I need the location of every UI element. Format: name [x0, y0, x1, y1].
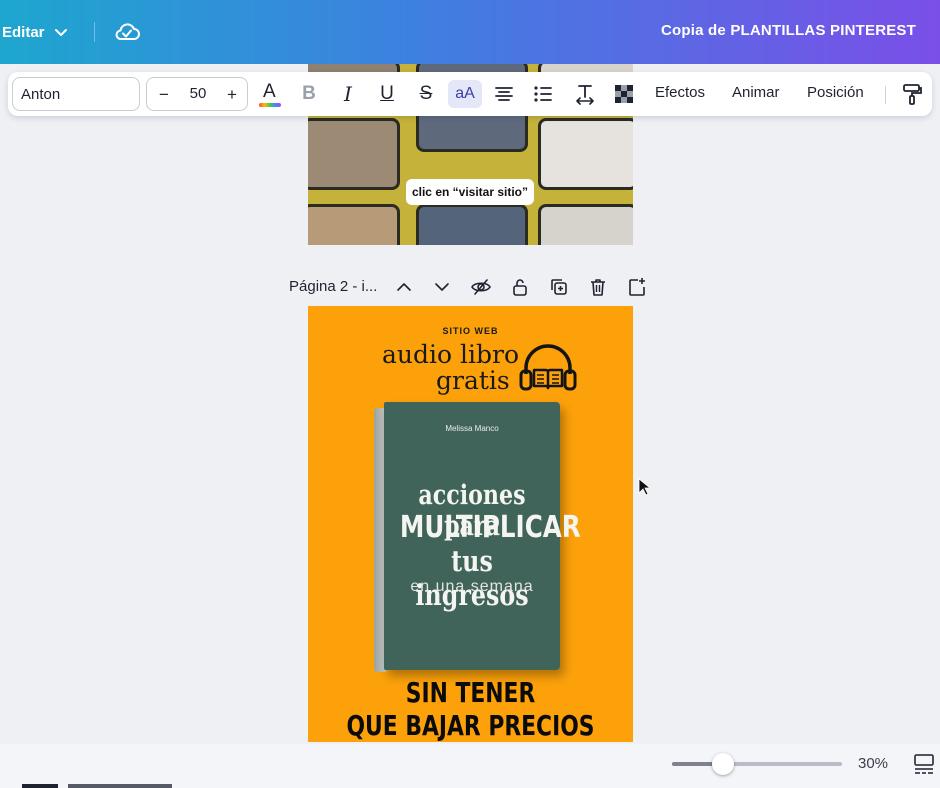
- move-page-up-button[interactable]: [393, 276, 415, 298]
- photo-cell: [538, 118, 633, 190]
- photo-cell: [538, 204, 633, 245]
- toolbar-divider: [885, 86, 886, 104]
- footer-bar: 30%: [0, 744, 940, 788]
- italic-button[interactable]: I: [334, 80, 362, 108]
- trash-icon: [591, 279, 605, 296]
- position-button[interactable]: Posición: [807, 84, 864, 101]
- photo-cell: [308, 118, 400, 190]
- lock-open-icon: [513, 279, 527, 296]
- underline-button[interactable]: U: [373, 80, 401, 108]
- transparency-icon: [615, 85, 633, 103]
- font-size-value[interactable]: 50: [177, 85, 219, 102]
- effects-button[interactable]: Efectos: [655, 84, 705, 101]
- font-family-picker[interactable]: Anton: [12, 77, 140, 111]
- zoom-percentage[interactable]: 30%: [858, 755, 888, 772]
- increase-size-button[interactable]: +: [221, 84, 243, 106]
- add-page-icon: [629, 278, 645, 296]
- footer-line-2[interactable]: QUE BAJAR PRECIOS: [344, 709, 598, 742]
- zoom-slider-handle[interactable]: [712, 753, 734, 775]
- document-title[interactable]: Copia de PLANTILLAS PINTEREST: [661, 22, 916, 39]
- kicker-text[interactable]: SITIO WEB: [308, 326, 633, 336]
- align-button[interactable]: [490, 80, 518, 108]
- page-title-label[interactable]: Página 2 - i...: [289, 278, 377, 295]
- eye-off-icon: [471, 279, 491, 295]
- text-color-icon: A: [259, 81, 281, 107]
- cta-label: clic en “visitar sitio”: [406, 179, 534, 205]
- book-author: Melissa Manco: [445, 424, 499, 433]
- duplicate-page-button[interactable]: [548, 276, 570, 298]
- cloud-saved-icon[interactable]: [113, 19, 141, 45]
- text-color-button[interactable]: A: [256, 80, 284, 108]
- duplicate-icon: [551, 279, 567, 295]
- lock-page-button[interactable]: [509, 276, 531, 298]
- move-page-down-button[interactable]: [431, 276, 453, 298]
- chevron-down-icon: [435, 283, 449, 291]
- status-strip: [22, 784, 58, 788]
- book-cover: Melissa Manco acciones para MULTIPLICAR …: [384, 402, 581, 670]
- strikethrough-button[interactable]: S: [412, 80, 440, 108]
- decrease-size-button[interactable]: −: [153, 84, 175, 106]
- delete-page-button[interactable]: [587, 276, 609, 298]
- mouse-cursor-icon: [638, 478, 650, 496]
- letter-spacing-icon: [576, 85, 594, 105]
- photo-cell: [416, 204, 528, 245]
- zoom-slider[interactable]: [672, 753, 842, 775]
- edit-menu-label: Editar: [2, 23, 45, 41]
- edit-menu-button[interactable]: Editar: [2, 18, 69, 46]
- text-color-letter: A: [263, 81, 276, 102]
- book-subtitle: en una semana: [410, 578, 534, 595]
- transparency-button[interactable]: [610, 80, 638, 108]
- bold-button[interactable]: B: [295, 80, 323, 108]
- headline-line-2[interactable]: gratis: [436, 366, 510, 395]
- color-swatch-bar: [259, 103, 281, 107]
- grid-view-icon[interactable]: [912, 752, 936, 776]
- top-bar: Editar Copia de PLANTILLAS PINTEREST: [0, 0, 940, 64]
- footer-line-1[interactable]: SIN TENER: [344, 676, 598, 709]
- text-toolbar: Anton − 50 + A B I U S aA Efectos Animar…: [8, 72, 932, 116]
- bullet-list-icon: [534, 86, 552, 102]
- letter-case-button[interactable]: aA: [448, 80, 482, 108]
- chevron-up-icon: [397, 283, 411, 291]
- list-button[interactable]: [529, 80, 557, 108]
- chevron-down-icon: [54, 29, 67, 36]
- spacing-button[interactable]: [571, 80, 599, 108]
- font-size-stepper: − 50 +: [146, 77, 248, 111]
- headline-line-1[interactable]: audio libro: [382, 340, 519, 369]
- book-mockup[interactable]: Melissa Manco acciones para MULTIPLICAR …: [374, 402, 581, 674]
- hide-page-button[interactable]: [470, 276, 492, 298]
- animate-button[interactable]: Animar: [732, 84, 780, 101]
- add-page-button[interactable]: [626, 276, 648, 298]
- align-center-icon: [495, 87, 513, 101]
- paint-roller-icon: [903, 84, 922, 105]
- topbar-divider: [94, 22, 95, 42]
- photo-cell: [308, 204, 400, 245]
- design-page-2[interactable]: SITIO WEB audio libro gratis Melissa Man…: [308, 306, 633, 742]
- headphones-book-icon[interactable]: [518, 340, 578, 396]
- book-title-line-2: MULTIPLICAR: [399, 510, 581, 545]
- copy-style-button[interactable]: [898, 80, 926, 108]
- status-strip: [68, 784, 172, 788]
